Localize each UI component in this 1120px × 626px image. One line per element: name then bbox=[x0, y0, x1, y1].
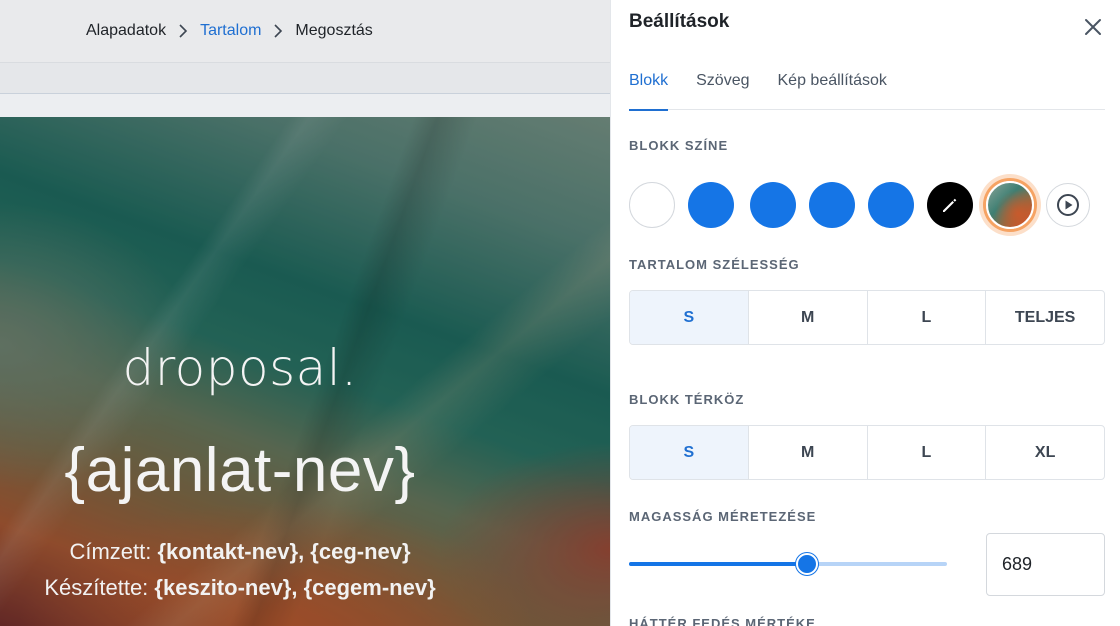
author-line[interactable]: Készítette: {keszito-nev}, {cegem-nev} bbox=[0, 575, 480, 601]
editor-toolbar bbox=[0, 62, 611, 94]
recipient-value: {kontakt-nev}, {ceg-nev} bbox=[157, 539, 411, 564]
block-spacing-selector: S M L XL bbox=[629, 425, 1105, 480]
height-sizing-label: MAGASSÁG MÉRETEZÉSE bbox=[629, 509, 817, 524]
author-value: {keszito-nev}, {cegem-nev} bbox=[154, 575, 436, 600]
breadcrumb-item-megosztas[interactable]: Megosztás bbox=[295, 22, 372, 40]
color-swatches bbox=[629, 181, 1109, 229]
content-width-l[interactable]: L bbox=[868, 291, 987, 344]
tab-szoveg[interactable]: Szöveg bbox=[696, 66, 749, 110]
swatch-blue-3[interactable] bbox=[809, 182, 855, 228]
tab-blokk[interactable]: Blokk bbox=[629, 66, 669, 111]
content-width-m[interactable]: M bbox=[749, 291, 868, 344]
breadcrumb: Alapadatok Tartalom Megosztás bbox=[0, 0, 611, 62]
block-spacing-s[interactable]: S bbox=[630, 426, 749, 479]
swatch-video[interactable] bbox=[1046, 183, 1090, 227]
swatch-blue-4[interactable] bbox=[868, 182, 914, 228]
canvas-gap bbox=[0, 94, 611, 117]
height-input[interactable] bbox=[986, 533, 1105, 596]
chevron-right-icon bbox=[166, 24, 200, 38]
block-spacing-label: BLOKK TÉRKÖZ bbox=[629, 392, 745, 407]
slider-thumb[interactable] bbox=[796, 553, 818, 575]
recipient-label: Címzett: bbox=[69, 539, 152, 564]
settings-tabs: Blokk Szöveg Kép beállítások bbox=[629, 66, 1105, 111]
swatch-white[interactable] bbox=[629, 182, 675, 228]
content-width-full[interactable]: TELJES bbox=[986, 291, 1104, 344]
next-section-label: HÁTTÉR FEDÉS MÉRTÉKE bbox=[629, 616, 816, 626]
author-label: Készítette: bbox=[44, 575, 149, 600]
settings-panel: Beállítások Blokk Szöveg Kép beállítások… bbox=[611, 0, 1120, 626]
panel-title: Beállítások bbox=[629, 11, 730, 32]
chevron-right-icon bbox=[261, 24, 295, 38]
logo-text: droposal. bbox=[122, 339, 358, 397]
swatch-image-selected[interactable] bbox=[986, 181, 1034, 229]
block-spacing-l[interactable]: L bbox=[868, 426, 987, 479]
cover-block[interactable]: droposal. {ajanlat-nev} Címzett: {kontak… bbox=[0, 117, 611, 626]
content-width-selector: S M L TELJES bbox=[629, 290, 1105, 345]
close-icon[interactable] bbox=[1082, 16, 1104, 38]
play-icon bbox=[1057, 194, 1079, 216]
block-color-label: BLOKK SZÍNE bbox=[629, 138, 729, 153]
proposal-title[interactable]: {ajanlat-nev} bbox=[0, 435, 480, 506]
content-width-s[interactable]: S bbox=[630, 291, 749, 344]
breadcrumb-item-tartalom[interactable]: Tartalom bbox=[200, 22, 261, 40]
block-spacing-m[interactable]: M bbox=[749, 426, 868, 479]
slider-fill bbox=[629, 562, 807, 566]
content-width-label: TARTALOM SZÉLESSÉG bbox=[629, 257, 800, 272]
tab-kep-beallitasok[interactable]: Kép beállítások bbox=[778, 66, 887, 110]
swatch-blue-1[interactable] bbox=[688, 182, 734, 228]
recipient-line[interactable]: Címzett: {kontakt-nev}, {ceg-nev} bbox=[0, 539, 480, 565]
block-spacing-xl[interactable]: XL bbox=[986, 426, 1104, 479]
breadcrumb-item-alapadatok[interactable]: Alapadatok bbox=[86, 22, 166, 40]
swatch-custom-color[interactable] bbox=[927, 182, 973, 228]
company-logo: droposal. bbox=[0, 339, 480, 397]
height-slider[interactable] bbox=[629, 552, 947, 576]
cover-content: droposal. {ajanlat-nev} Címzett: {kontak… bbox=[0, 117, 480, 626]
editor-preview: Alapadatok Tartalom Megosztás droposal. … bbox=[0, 0, 611, 626]
pencil-icon bbox=[943, 198, 957, 212]
swatch-blue-2[interactable] bbox=[750, 182, 796, 228]
